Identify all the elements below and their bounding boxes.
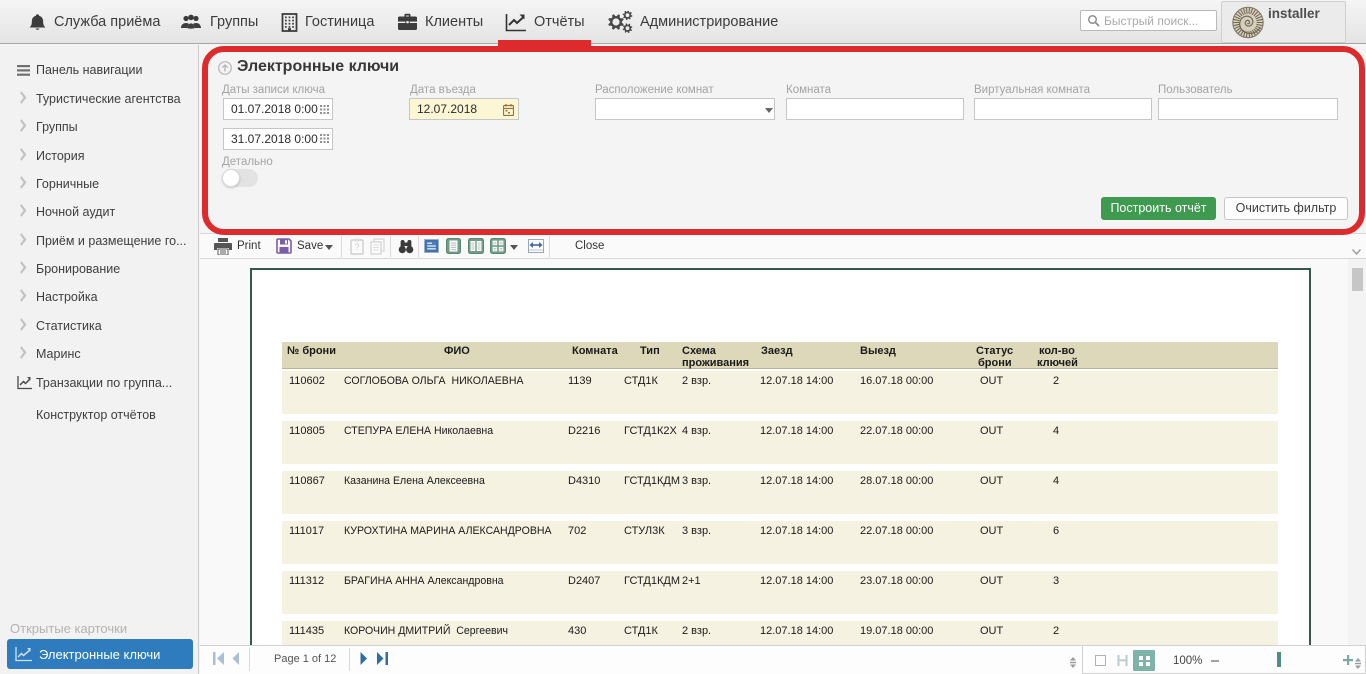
svg-text:?: ? [354, 242, 359, 252]
